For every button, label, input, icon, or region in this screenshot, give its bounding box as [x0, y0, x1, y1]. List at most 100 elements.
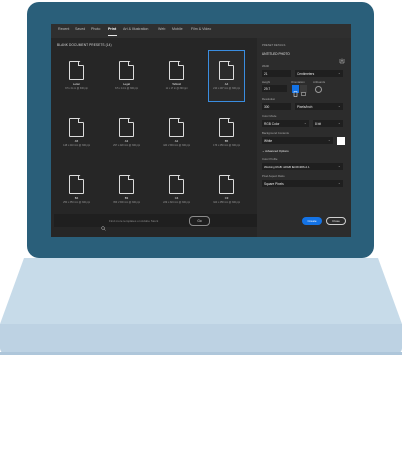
preset-tile[interactable]: C4 229 x 324 mm @ 300 ppi	[159, 165, 194, 215]
resolution-value: 300	[264, 104, 270, 109]
chevron-down-icon: ⌄	[338, 181, 341, 185]
laptop-keyboard-deck	[0, 258, 402, 324]
laptop-base-front	[0, 324, 402, 354]
document-fold-icon	[228, 61, 233, 66]
preset-tile[interactable]: A4 210 x 297 mm @ 300 ppi	[208, 50, 245, 102]
pixel-aspect-value: Square Pixels	[264, 181, 284, 186]
background-color-swatch[interactable]	[337, 137, 345, 145]
color-mode-value: RGB Color	[264, 121, 280, 126]
tab-recent[interactable]: Recent	[58, 27, 69, 31]
preset-name: Legal	[123, 82, 130, 86]
preset-name: A3	[124, 139, 129, 143]
preset-tile[interactable]: Tabloid 11 x 17 in @ 300 ppi	[159, 51, 194, 101]
preset-size: 297 x 420 mm @ 300 ppi	[113, 144, 140, 147]
preset-tile[interactable]: A5 148 x 210 mm @ 300 ppi	[59, 108, 94, 158]
chevron-down-icon: ⌄	[338, 121, 341, 125]
document-fold-icon	[178, 175, 183, 180]
go-button[interactable]: Go	[189, 216, 210, 226]
background-value: White	[264, 138, 273, 143]
portrait-orientation-icon[interactable]	[292, 85, 299, 97]
document-fold-icon	[178, 118, 183, 123]
color-mode-label: Color Mode	[262, 114, 277, 118]
chevron-down-icon: ⌄	[338, 71, 341, 75]
document-fold-icon	[128, 61, 133, 66]
preset-tile[interactable]: B4 250 x 353 mm @ 300 ppi	[59, 165, 94, 215]
preset-name: A2	[174, 139, 179, 143]
document-fold-icon	[78, 61, 83, 66]
chevron-down-icon: ⌄	[338, 164, 341, 168]
preset-size: 229 x 324 mm @ 300 ppi	[163, 201, 190, 204]
document-fold-icon	[128, 175, 133, 180]
resolution-unit-value: Pixels/Inch	[297, 104, 313, 109]
preset-name: B4	[74, 196, 79, 200]
landscape-orientation-icon[interactable]	[300, 85, 307, 96]
preset-size: 420 x 594 mm @ 300 ppi	[163, 144, 190, 147]
bit-depth-value: 8 bit	[315, 121, 322, 126]
width-unit-value: Centimeters	[297, 71, 315, 76]
color-profile-label: Color Profile	[262, 157, 278, 161]
preset-size: 353 x 500 mm @ 300 ppi	[113, 201, 140, 204]
height-value: 29.7	[264, 86, 271, 91]
width-value: 21	[264, 71, 268, 76]
preset-tile[interactable]: B3 353 x 500 mm @ 300 ppi	[109, 165, 144, 215]
preset-size: 176 x 250 mm @ 300 ppi	[213, 144, 240, 147]
presets-section-title: BLANK DOCUMENT PRESETS (14)	[57, 43, 112, 47]
artboards-label: Artboards	[313, 80, 326, 84]
preset-tile[interactable]: Legal 8.5 x 14 in @ 300 ppi	[109, 51, 144, 101]
document-fold-icon	[228, 175, 233, 180]
preset-size: 8.5 x 14 in @ 300 ppi	[115, 87, 138, 90]
preset-size: 210 x 297 mm @ 300 ppi	[213, 87, 240, 90]
pixel-aspect-label: Pixel Aspect Ratio	[262, 174, 285, 178]
advanced-options-label: Advanced Options	[265, 149, 289, 153]
preset-size: 11 x 17 in @ 300 ppi	[165, 87, 188, 90]
tab-art-illustration[interactable]: Art & Illustration	[123, 27, 148, 31]
tab-web[interactable]: Web	[158, 27, 165, 31]
advanced-options-toggle[interactable]: ⌄ Advanced Options	[262, 149, 289, 153]
document-fold-icon	[128, 118, 133, 123]
chevron-down-icon: ⌄	[328, 138, 331, 142]
tab-saved[interactable]: Saved	[75, 27, 85, 31]
preset-size: 250 x 353 mm @ 300 ppi	[63, 201, 90, 204]
preset-name: Letter	[72, 82, 81, 86]
document-fold-icon	[228, 118, 233, 123]
chevron-down-icon: ⌄	[304, 121, 307, 125]
preset-name: C3	[224, 196, 229, 200]
preset-name: A4	[224, 82, 229, 86]
width-label: Width	[262, 64, 270, 68]
height-label: Height	[262, 80, 271, 84]
preset-tile[interactable]: A2 420 x 594 mm @ 300 ppi	[159, 108, 194, 158]
document-fold-icon	[78, 175, 83, 180]
resolution-label: Resolution	[262, 97, 276, 101]
laptop-base-edge	[0, 352, 402, 355]
preset-tile[interactable]: C3 324 x 458 mm @ 300 ppi	[209, 165, 244, 215]
template-search-input[interactable]: Find more templates on Adobe Stock	[109, 219, 158, 223]
tab-print[interactable]: Print	[108, 27, 116, 31]
close-button[interactable]: Close	[326, 217, 346, 225]
color-profile-value: Working RGB: sRGB IEC61966-2.1	[264, 164, 310, 169]
preset-name: A5	[74, 139, 79, 143]
background-select[interactable]	[262, 137, 333, 144]
preset-size: 148 x 210 mm @ 300 ppi	[63, 144, 90, 147]
tab-film-video[interactable]: Film & Video	[191, 27, 211, 31]
artboards-checkbox[interactable]	[315, 86, 322, 93]
preset-name: Tabloid	[172, 82, 181, 86]
preset-tile[interactable]: B5 176 x 250 mm @ 300 ppi	[209, 108, 244, 158]
preset-name: B5	[224, 139, 229, 143]
search-icon	[101, 218, 106, 231]
laptop-screen: Recent Saved Photo Print Art & Illustrat…	[51, 24, 351, 237]
preset-name: B3	[124, 196, 129, 200]
tab-photo[interactable]: Photo	[91, 27, 100, 31]
preset-size: 8.5 x 11 in @ 300 ppi	[65, 87, 88, 90]
document-fold-icon	[178, 61, 183, 66]
preset-details-header: PRESET DETAILS	[262, 43, 286, 47]
preset-tile[interactable]: Letter 8.5 x 11 in @ 300 ppi	[59, 51, 94, 101]
save-preset-icon[interactable]	[339, 51, 345, 64]
document-name-field[interactable]: UNTITLED PHOTO	[262, 52, 290, 56]
preset-tile[interactable]: A3 297 x 420 mm @ 300 ppi	[109, 108, 144, 158]
create-button[interactable]: Create	[302, 217, 322, 225]
background-contents-label: Background Contents	[262, 131, 289, 135]
preset-size: 324 x 458 mm @ 300 ppi	[213, 201, 240, 204]
tab-mobile[interactable]: Mobile	[172, 27, 183, 31]
chevron-down-icon: ⌄	[338, 104, 341, 108]
orientation-label: Orientation	[291, 80, 305, 84]
